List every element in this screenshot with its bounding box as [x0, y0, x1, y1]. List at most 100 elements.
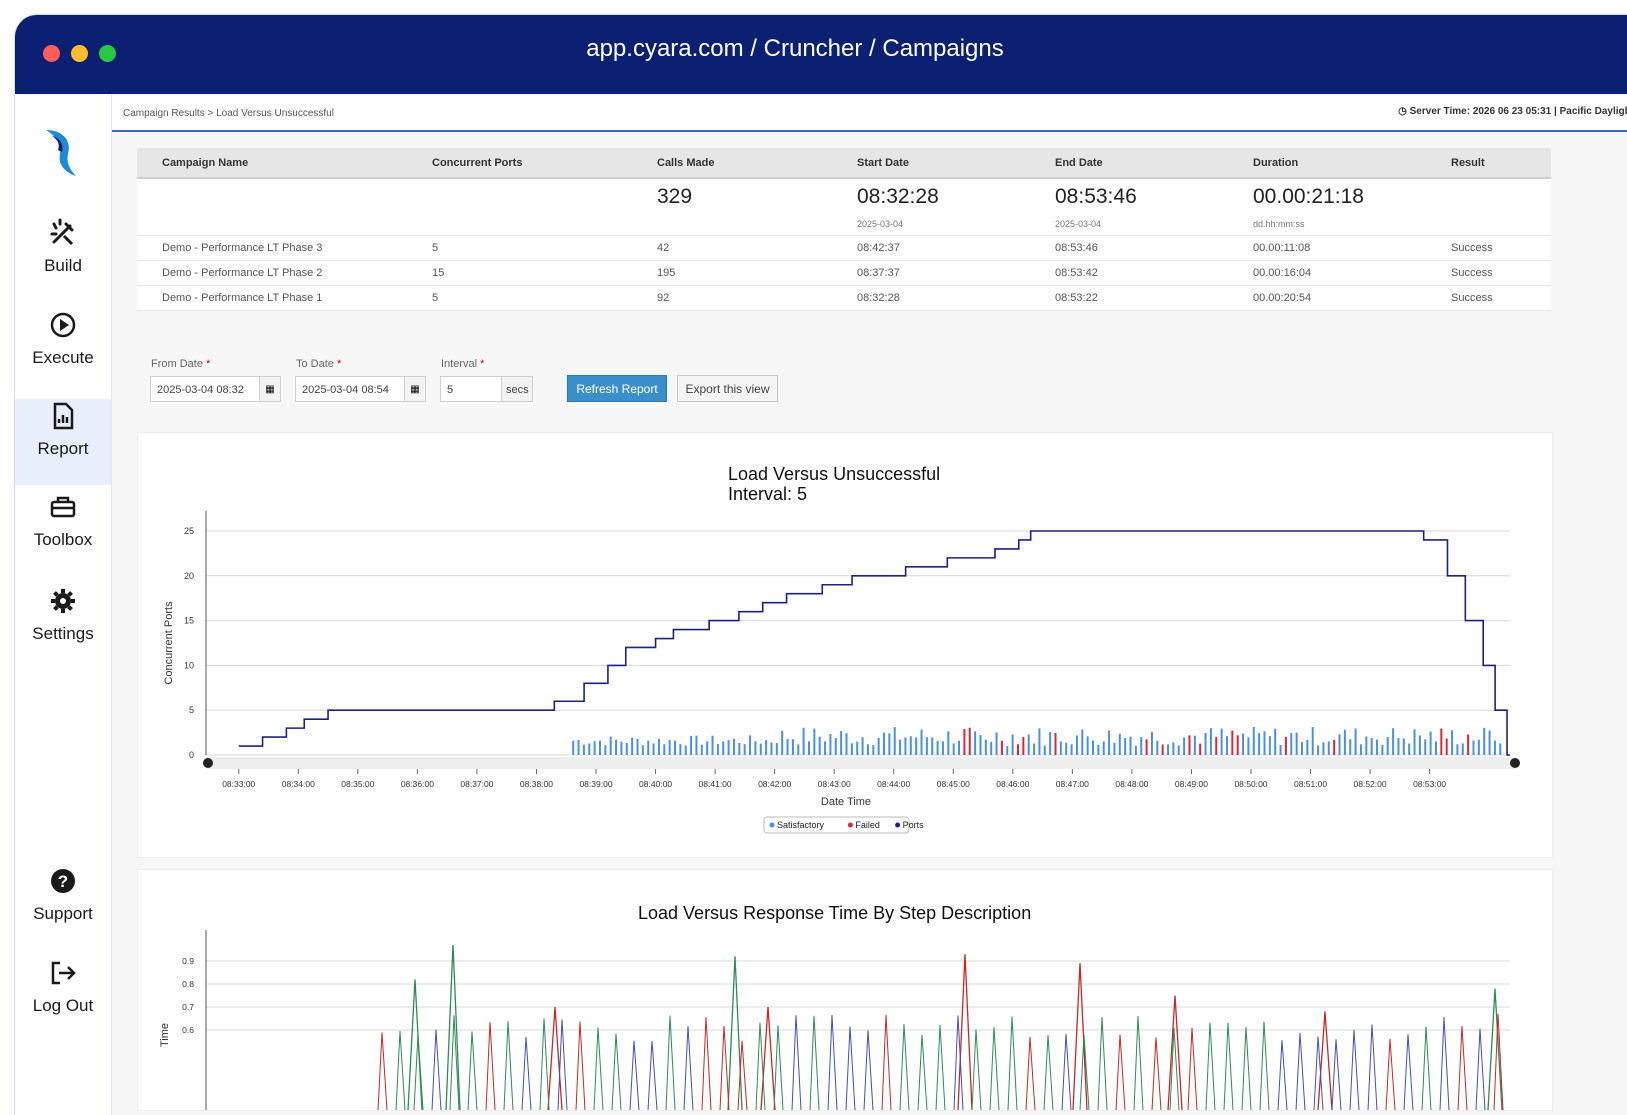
breadcrumb[interactable]: Campaign Results > Load Versus Unsuccess… [123, 108, 334, 119]
column-header[interactable]: Campaign Name [137, 148, 407, 179]
sidebar-item-settings[interactable]: Settings [15, 584, 111, 670]
table-row[interactable]: Demo - Performance LT Phase 1 5 92 08:32:28… [137, 285, 1551, 311]
response-line [1367, 1024, 1378, 1110]
response-line [539, 1018, 550, 1110]
from-date-input[interactable]: 2025-03-04 08:32 [150, 376, 260, 402]
satisfactory-bar [1493, 740, 1496, 755]
satisfactory-bar [631, 737, 634, 755]
response-time-chart[interactable]: 0.6 0.7 0.8 0.9 Time [138, 870, 1550, 1110]
response-line [1097, 1017, 1108, 1110]
x-tick-label: 08:45:00 [937, 779, 970, 789]
report-doc-icon [15, 399, 111, 435]
total-calls: 329 [657, 185, 693, 208]
response-line [845, 1026, 856, 1110]
failed-bar [1445, 738, 1448, 755]
main-content: Campaign Results > Load Versus Unsuccess… [112, 94, 1627, 1115]
satisfactory-bar [1327, 741, 1330, 755]
satisfactory-bar [1354, 728, 1357, 755]
satisfactory-bar [1434, 741, 1437, 755]
satisfactory-bar [1499, 743, 1502, 755]
table-row[interactable]: Demo - Performance LT Phase 2 15 195 08:37:… [137, 260, 1551, 286]
cell: 08:53:42 [1030, 260, 1228, 286]
x-tick-label: 08:46:00 [996, 779, 1029, 789]
y-tick-label: 10 [184, 660, 194, 670]
address-url[interactable]: app.cyara.com / Cruncher / Campaigns [15, 35, 1575, 63]
satisfactory-bar [1472, 740, 1475, 755]
legend-marker [769, 822, 775, 828]
campaign-summary-table: Campaign Name Concurrent Ports Calls Mad… [137, 148, 1551, 311]
satisfactory-bar [625, 742, 628, 755]
satisfactory-bar [1086, 736, 1089, 755]
failed-bar [1016, 744, 1019, 755]
response-line [611, 1033, 622, 1110]
play-circle-icon [15, 308, 111, 344]
satisfactory-bar [1418, 735, 1421, 755]
satisfactory-bar [866, 744, 869, 755]
column-header[interactable]: End Date [1030, 148, 1228, 179]
browser-window: app.cyara.com / Cruncher / Campaigns Bui… [15, 15, 1627, 1115]
satisfactory-bar [1370, 738, 1373, 755]
calendar-icon[interactable]: ▦ [404, 376, 426, 402]
satisfactory-bar [1177, 745, 1180, 755]
satisfactory-bar [582, 744, 585, 755]
satisfactory-bar [572, 740, 575, 755]
x-tick-label: 08:53:00 [1413, 779, 1446, 789]
cyara-logo[interactable] [42, 126, 82, 187]
satisfactory-bar [663, 744, 666, 755]
satisfactory-bar [1376, 739, 1379, 755]
x-tick-label: 08:34:00 [282, 779, 315, 789]
satisfactory-bar [657, 738, 660, 755]
satisfactory-bar [1424, 739, 1427, 755]
cell: 08:53:22 [1030, 285, 1228, 311]
satisfactory-bar [995, 732, 998, 755]
x-tick-label: 08:36:00 [401, 779, 434, 789]
sidebar-item-logout[interactable]: Log Out [15, 956, 111, 1042]
column-header[interactable]: Result [1426, 148, 1551, 179]
to-date-label: To Date * [296, 358, 342, 370]
response-line [1241, 1026, 1252, 1110]
failed-bar [1199, 743, 1202, 755]
x-tick-label: 08:43:00 [818, 779, 851, 789]
column-header[interactable]: Calls Made [632, 148, 832, 179]
sidebar-item-build[interactable]: Build [15, 216, 111, 302]
response-line [917, 1034, 928, 1110]
satisfactory-bar [915, 737, 918, 755]
satisfactory-bar [1118, 733, 1121, 755]
interval-input[interactable]: 5 [440, 376, 502, 402]
response-line [503, 1021, 514, 1110]
sidebar-item-support[interactable]: ? Support [15, 864, 111, 950]
column-header[interactable]: Start Date [832, 148, 1030, 179]
sidebar-item-toolbox[interactable]: Toolbox [15, 490, 111, 576]
sidebar-item-execute[interactable]: Execute [15, 308, 111, 394]
column-header[interactable]: Duration [1228, 148, 1426, 179]
refresh-report-button[interactable]: Refresh Report [567, 375, 667, 402]
to-date-input[interactable]: 2025-03-04 08:54 [295, 376, 405, 402]
interval-label: Interval * [441, 358, 485, 370]
satisfactory-bar [1156, 740, 1159, 755]
cell: 42 [632, 235, 832, 261]
export-view-button[interactable]: Export this view [677, 375, 778, 402]
satisfactory-bar [1006, 745, 1009, 755]
response-line [1043, 1035, 1054, 1110]
ports-series-line [238, 530, 1510, 756]
satisfactory-bar [684, 745, 687, 755]
x-tick-label: 08:49:00 [1175, 779, 1208, 789]
column-header[interactable]: Concurrent Ports [407, 148, 632, 179]
response-line [827, 1015, 838, 1110]
cell: 08:53:46 [1030, 235, 1228, 261]
table-row[interactable]: Demo - Performance LT Phase 3 5 42 08:42:37… [137, 235, 1551, 261]
cell: Demo - Performance LT Phase 1 [137, 285, 407, 311]
satisfactory-bar [1209, 728, 1212, 755]
load-chart[interactable]: 0 5 10 15 20 25 Concurrent Ports 08:33:00 08:34:… [138, 433, 1550, 853]
satisfactory-bar [1402, 738, 1405, 755]
totals-row: 329 08:32:28 2025-03-04 08:53:46 2025-03-0… [137, 178, 1551, 236]
satisfactory-bar [1092, 740, 1095, 755]
satisfactory-bar [1311, 727, 1314, 755]
calendar-icon[interactable]: ▦ [259, 376, 281, 402]
satisfactory-bar [877, 737, 880, 755]
satisfactory-bar [797, 744, 800, 755]
satisfactory-bar [1349, 739, 1352, 755]
response-spike [957, 954, 973, 1110]
sidebar-item-report[interactable]: Report [15, 399, 111, 485]
satisfactory-bar [947, 731, 950, 755]
